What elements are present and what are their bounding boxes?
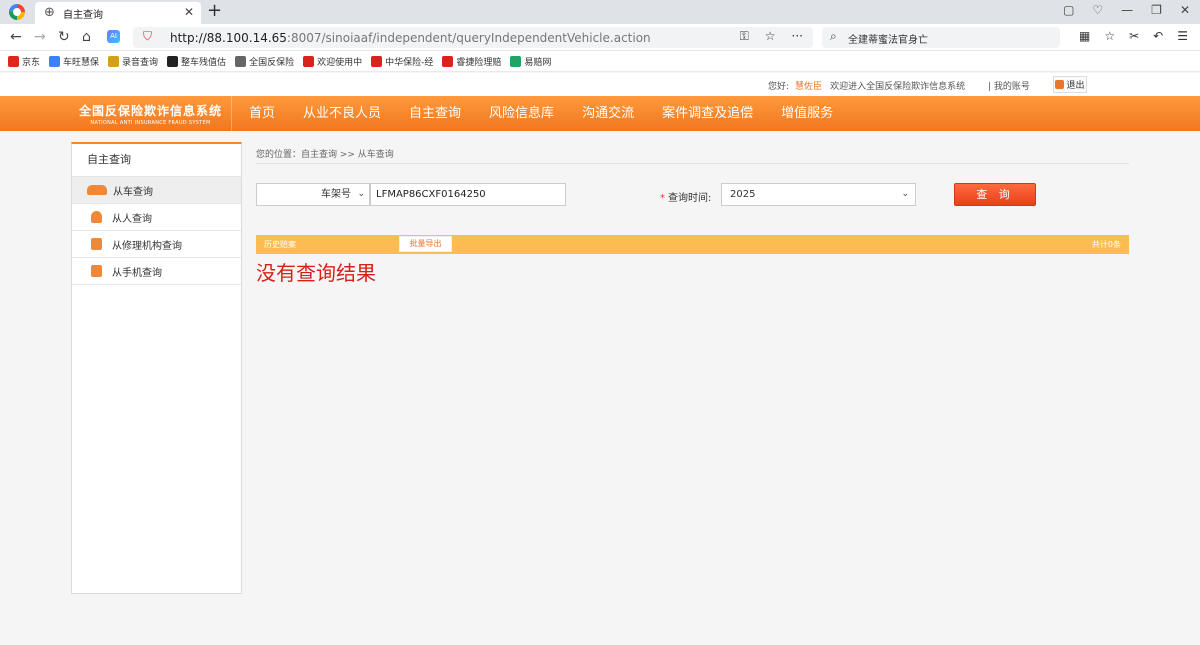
username[interactable]: 慧佐臣 — [795, 82, 822, 92]
shirt-skin-icon[interactable]: ♡ — [1092, 3, 1103, 17]
browser-tabbar: ⊕ 自主查询 ✕ + ▢ ♡ — ❐ ✕ — [0, 0, 1200, 24]
nav-items: 首页 从业不良人员 自主查询 风险信息库 沟通交流 案件调查及追偿 增值服务 — [235, 96, 847, 131]
nav-risk-database[interactable]: 风险信息库 — [475, 96, 568, 131]
chevron-down-icon: ⌄ — [357, 189, 365, 199]
main-nav: 全国反保险欺诈信息系统 NATIONAL ANTI INSURANCE FRAU… — [0, 96, 1200, 131]
nav-self-query[interactable]: 自主查询 — [395, 96, 475, 131]
bookmark-favicon-icon — [442, 55, 454, 67]
back-icon[interactable]: ← — [10, 28, 22, 46]
nav-communication[interactable]: 沟通交流 — [568, 96, 648, 131]
tab-title: 自主查询 — [63, 10, 103, 21]
sidebar: 自主查询 从车查询 从人查询 从修理机构查询 从手机查询 — [71, 142, 242, 594]
bookmarks-bar: 京东 车旺慧保 录音查询 整车残值估 全国反保险 欢迎使用中 中华保险-经 睿捷险理赔 易赔网 — [0, 51, 1200, 72]
url-actions: ⚿ ☆ ··· — [740, 29, 803, 44]
sidebar-item-repair-shop-query[interactable]: 从修理机构查询 — [72, 231, 241, 258]
bookmark-item[interactable]: 京东 — [8, 55, 40, 68]
query-type-select[interactable]: 车架号 ⌄ — [256, 183, 370, 206]
bookmark-favicon-icon — [303, 55, 315, 67]
sidebar-title: 自主查询 — [72, 144, 241, 177]
browser-tools: ▦ ☆ ✂ ↶ ☰ — [1079, 29, 1188, 43]
security-warning-icon[interactable]: ⛉ — [143, 29, 152, 44]
sidebar-item-person-query[interactable]: 从人查询 — [72, 204, 241, 231]
bookmark-favicon-icon — [235, 55, 247, 67]
bookmark-favicon-icon — [49, 55, 61, 67]
sidebar-item-phone-query[interactable]: 从手机查询 — [72, 258, 241, 285]
bookmark-favicon-icon — [510, 55, 522, 67]
chevron-down-icon: ⌄ — [901, 189, 909, 199]
globe-icon: ⊕ — [44, 5, 55, 20]
bookmark-item[interactable]: 整车残值估 — [167, 55, 226, 68]
address-toolbar: ← → ↻ ⌂ AI ⛉ http://88.100.14.65:8007/si… — [0, 24, 1200, 51]
browser-search-box[interactable]: ⌕ 全建蒂蜜法官身亡 — [822, 27, 1060, 48]
bookmark-favicon-icon — [371, 55, 383, 67]
close-window-icon[interactable]: ✕ — [1180, 3, 1190, 17]
more-icon[interactable]: ··· — [792, 29, 803, 44]
user-bar: 您好: 慧佐臣 欢迎进入全国反保险欺诈信息系统 | 我的账号 退出 — [0, 73, 1200, 96]
divider — [256, 163, 1129, 164]
bookmark-favicon-icon — [8, 55, 19, 67]
url-bar[interactable]: ⛉ http://88.100.14.65:8007/sinoiaaf/inde… — [133, 27, 813, 48]
nav-investigation[interactable]: 案件调查及追偿 — [648, 96, 767, 131]
history-claims-label: 历史赔案 — [264, 240, 296, 249]
favorites-icon[interactable]: ☆ — [1104, 29, 1115, 43]
bookmark-item[interactable]: 录音查询 — [108, 55, 158, 68]
result-count: 共计0条 — [1091, 240, 1121, 249]
scissors-icon[interactable]: ✂ — [1129, 29, 1139, 43]
reload-icon[interactable]: ↻ — [58, 28, 70, 46]
query-time-label: * 查询时间: — [660, 193, 712, 204]
bookmark-favicon-icon — [167, 55, 179, 67]
bookmark-favicon-icon — [108, 55, 120, 67]
menu-icon[interactable]: ☰ — [1177, 29, 1188, 43]
bookmark-item[interactable]: 全国反保险 — [235, 55, 294, 68]
tab-list-icon[interactable]: ▢ — [1063, 3, 1074, 17]
home-icon[interactable]: ⌂ — [82, 28, 91, 46]
vin-input[interactable] — [370, 183, 566, 206]
nav-home[interactable]: 首页 — [235, 96, 289, 131]
search-icon: ⌕ — [830, 29, 837, 43]
new-tab-icon[interactable]: + — [207, 1, 222, 21]
close-tab-icon[interactable]: ✕ — [184, 5, 194, 19]
nav-bad-practitioners[interactable]: 从业不良人员 — [289, 96, 395, 131]
person-icon — [91, 211, 102, 223]
sidebar-item-vehicle-query[interactable]: 从车查询 — [72, 177, 241, 204]
query-year-select[interactable]: 2025 ⌄ — [721, 183, 916, 206]
bookmark-item[interactable]: 欢迎使用中 — [303, 55, 362, 68]
my-account-link[interactable]: | 我的账号 — [988, 79, 1030, 92]
required-star: * — [660, 193, 665, 204]
browser-logo-icon[interactable] — [9, 4, 25, 20]
search-text: 全建蒂蜜法官身亡 — [848, 35, 928, 46]
breadcrumb: 您的位置：自主查询 >> 从车查询 — [256, 150, 394, 160]
bookmark-item[interactable]: 中华保险-经 — [371, 55, 433, 68]
repair-shop-icon — [91, 238, 102, 250]
result-header: 历史赔案 批量导出 共计0条 — [256, 235, 1129, 254]
ai-assistant-icon[interactable]: AI — [107, 30, 120, 43]
nav-value-added[interactable]: 增值服务 — [767, 96, 847, 131]
bookmark-item[interactable]: 易赔网 — [510, 55, 551, 68]
no-result-message: 没有查询结果 — [256, 261, 376, 285]
key-icon[interactable]: ⚿ — [740, 29, 749, 44]
bookmark-item[interactable]: 车旺慧保 — [49, 55, 99, 68]
batch-export-button[interactable]: 批量导出 — [399, 236, 452, 252]
browser-tab-active[interactable]: ⊕ 自主查询 ✕ — [35, 2, 201, 24]
query-button[interactable]: 查 询 — [954, 183, 1036, 206]
site-logo[interactable]: 全国反保险欺诈信息系统 NATIONAL ANTI INSURANCE FRAU… — [70, 96, 232, 131]
forward-icon[interactable]: → — [34, 28, 46, 46]
bookmark-star-icon[interactable]: ☆ — [765, 29, 776, 44]
apps-grid-icon[interactable]: ▦ — [1079, 29, 1090, 43]
car-icon — [87, 185, 107, 195]
bookmark-item[interactable]: 睿捷险理赔 — [442, 55, 501, 68]
logout-button[interactable]: 退出 — [1053, 76, 1087, 93]
logout-icon — [1055, 80, 1065, 89]
restore-icon[interactable]: ❐ — [1151, 3, 1162, 17]
page: 您好: 慧佐臣 欢迎进入全国反保险欺诈信息系统 | 我的账号 退出 全国反保险欺诈信… — [0, 73, 1200, 645]
minimize-icon[interactable]: — — [1121, 3, 1133, 17]
welcome-text: 您好: 慧佐臣 欢迎进入全国反保险欺诈信息系统 — [768, 82, 966, 92]
window-controls: ▢ ♡ — ❐ ✕ — [1063, 3, 1190, 17]
phone-icon — [91, 265, 102, 277]
undo-icon[interactable]: ↶ — [1153, 29, 1163, 43]
url-text[interactable]: http://88.100.14.65:8007/sinoiaaf/indepe… — [170, 31, 651, 45]
